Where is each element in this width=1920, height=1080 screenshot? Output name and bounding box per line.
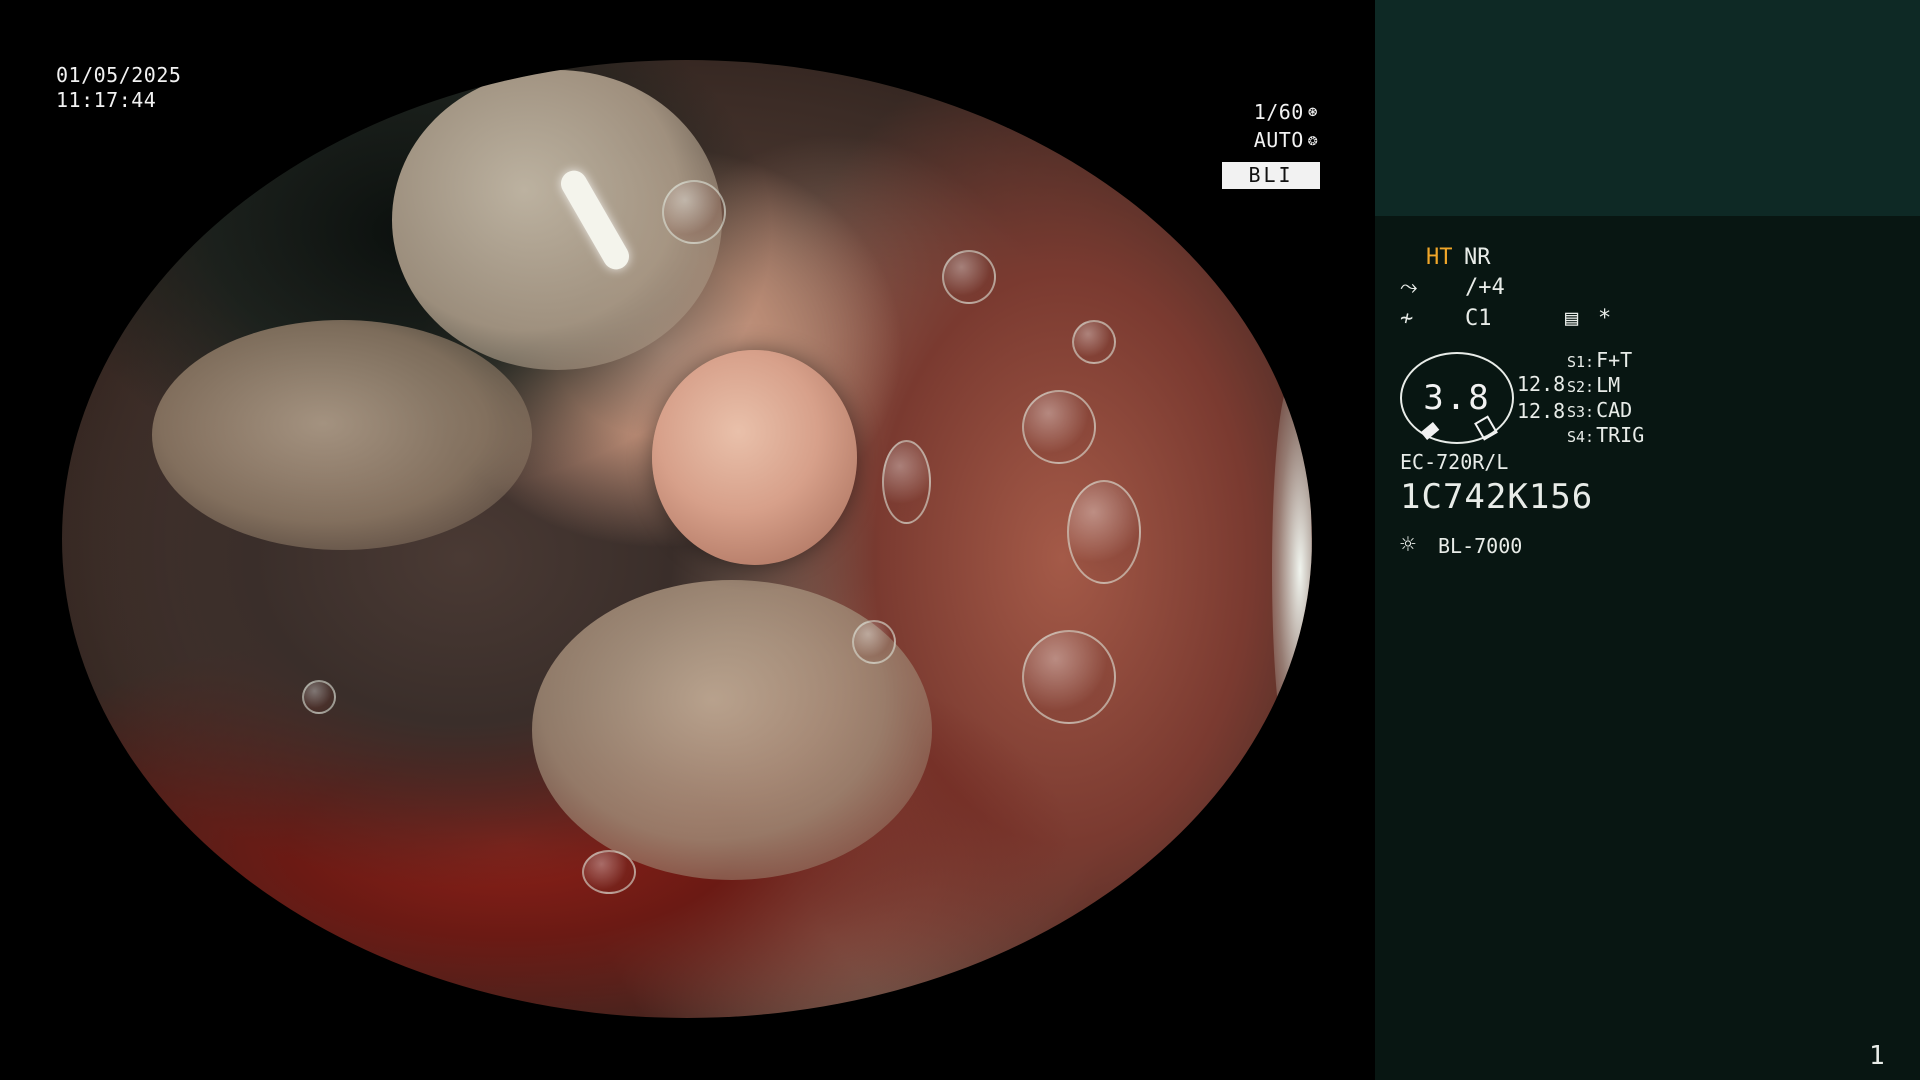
switch-key: S4: bbox=[1567, 428, 1595, 446]
switch-4: S4: TRIG bbox=[1567, 423, 1644, 450]
color-value: C1 bbox=[1465, 306, 1492, 331]
info-panel: HT NR ⤳ /+4 ≁ C1 ▤ * 3.8 12.8 12.8 S1: F+… bbox=[1375, 0, 1920, 1080]
endoscopy-screen: 01/05/2025 11:17:44 1/60 ⊛ AUTO ❂ BLI HT… bbox=[0, 0, 1920, 1080]
shutter-speed: 1/60 bbox=[1253, 100, 1304, 124]
bubble bbox=[302, 680, 336, 714]
page-number: 1 bbox=[1869, 1041, 1885, 1071]
bubble bbox=[882, 440, 931, 524]
mucosal-fold bbox=[152, 320, 532, 550]
bubble bbox=[582, 850, 636, 894]
zoom-number-2: 12.8 bbox=[1517, 399, 1566, 423]
switch-3: S3: CAD bbox=[1567, 398, 1632, 425]
scope-model: EC-720R/L bbox=[1400, 450, 1509, 474]
polyp-lesion bbox=[652, 350, 857, 565]
light-source-model: BL-7000 bbox=[1438, 534, 1523, 558]
bubble bbox=[942, 250, 996, 304]
date-text: 01/05/2025 bbox=[56, 63, 182, 87]
bubble bbox=[662, 180, 726, 244]
bubble bbox=[1072, 320, 1116, 364]
light-source-icon: ☼ bbox=[1400, 530, 1416, 560]
switch-1: S1: F+T bbox=[1567, 348, 1632, 375]
exposure-settings: 1/60 ⊛ AUTO ❂ bbox=[1254, 98, 1318, 154]
endoscopic-image bbox=[62, 60, 1312, 1018]
contrast-curve-icon: ⤳ bbox=[1400, 275, 1418, 300]
info-panel-header bbox=[1375, 0, 1920, 216]
bubble bbox=[1067, 480, 1141, 584]
star-indicator: * bbox=[1598, 306, 1612, 331]
nr-indicator: NR bbox=[1464, 245, 1491, 270]
switch-value: F+T bbox=[1596, 348, 1633, 372]
iris-mode: AUTO bbox=[1253, 128, 1304, 152]
shutter-icon: ⊛ bbox=[1307, 102, 1318, 121]
switch-key: S1: bbox=[1567, 353, 1595, 371]
time-text: 11:17:44 bbox=[56, 88, 157, 112]
contrast-value: /+4 bbox=[1465, 275, 1505, 300]
edge-reflection bbox=[1272, 380, 1312, 760]
switch-key: S2: bbox=[1567, 378, 1595, 396]
zoom-number-1: 12.8 bbox=[1517, 372, 1566, 396]
ht-indicator: HT bbox=[1426, 245, 1453, 270]
memo-icon: ▤ bbox=[1565, 306, 1579, 331]
zoom-badge: 3.8 bbox=[1400, 352, 1514, 444]
switch-value: CAD bbox=[1596, 398, 1633, 422]
iris-icon: ❂ bbox=[1307, 130, 1318, 149]
zoom-marker-icon bbox=[1474, 415, 1498, 441]
imaging-mode-badge: BLI bbox=[1222, 162, 1320, 189]
color-tone-icon: ≁ bbox=[1400, 306, 1414, 331]
switch-value: TRIG bbox=[1596, 423, 1645, 447]
bubble bbox=[1022, 390, 1096, 464]
date-time-display: 01/05/2025 11:17:44 bbox=[56, 63, 181, 113]
zoom-marker-icon bbox=[1420, 422, 1440, 440]
switch-2: S2: LM bbox=[1567, 373, 1620, 400]
frame-mask-top bbox=[0, 0, 1375, 60]
frame-mask-bottom bbox=[0, 1018, 1375, 1080]
bubble bbox=[1022, 630, 1116, 724]
bubble bbox=[852, 620, 896, 664]
switch-key: S3: bbox=[1567, 403, 1595, 421]
scope-serial: 1C742K156 bbox=[1400, 477, 1594, 517]
zoom-value: 3.8 bbox=[1423, 378, 1491, 418]
switch-value: LM bbox=[1596, 373, 1621, 397]
